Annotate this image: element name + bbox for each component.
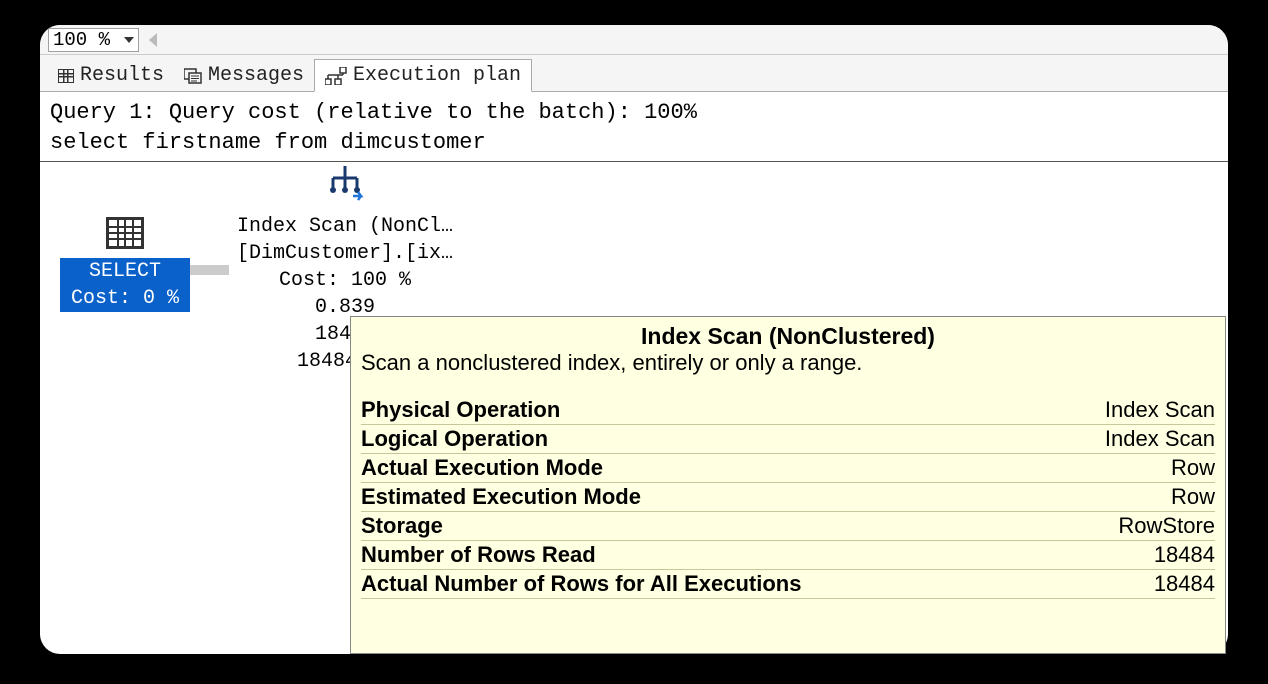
plan-node-select[interactable]: SELECT Cost: 0 % [60, 217, 190, 312]
tooltip-row: Physical Operation Index Scan [361, 396, 1215, 425]
messages-icon [184, 68, 202, 84]
tooltip-row: Estimated Execution Mode Row [361, 483, 1215, 512]
tooltip-key: Actual Execution Mode [361, 455, 603, 481]
tooltip-value: Index Scan [1105, 426, 1215, 452]
tooltip-key: Estimated Execution Mode [361, 484, 641, 510]
tooltip-value: RowStore [1118, 513, 1215, 539]
query-cost-line: Query 1: Query cost (relative to the bat… [50, 100, 697, 125]
select-label: SELECT [60, 258, 190, 285]
execution-plan-icon [325, 67, 347, 85]
tab-messages[interactable]: Messages [174, 60, 314, 91]
tooltip-row: Actual Number of Rows for All Executions… [361, 570, 1215, 599]
zoom-combo[interactable]: 100 % [48, 28, 139, 52]
tab-plan-label: Execution plan [353, 64, 521, 87]
tooltip-value: 18484 [1154, 542, 1215, 568]
scan-object: [DimCustomer].[ix… [235, 240, 455, 267]
results-tabs: Results Messages [40, 55, 1228, 91]
tooltip-title: Index Scan (NonClustered) [361, 323, 1215, 350]
scan-title: Index Scan (NonCl… [235, 213, 455, 240]
tooltip-key: Physical Operation [361, 397, 560, 423]
tab-results[interactable]: Results [48, 60, 174, 91]
index-scan-icon [235, 162, 455, 211]
plan-arrow[interactable] [185, 265, 229, 275]
query-header: Query 1: Query cost (relative to the bat… [40, 91, 1228, 162]
tooltip-value: Row [1171, 484, 1215, 510]
tooltip-row: Logical Operation Index Scan [361, 425, 1215, 454]
results-grid-icon [58, 69, 74, 83]
scan-cost: Cost: 100 % [235, 267, 455, 294]
dropdown-icon [124, 37, 134, 43]
zoom-toolbar: 100 % [40, 25, 1228, 55]
tooltip-value: Row [1171, 455, 1215, 481]
tab-execution-plan[interactable]: Execution plan [314, 59, 532, 92]
tooltip-key: Actual Number of Rows for All Executions [361, 571, 801, 597]
query-text-line: select firstname from dimcustomer [50, 130, 486, 155]
tooltip-key: Logical Operation [361, 426, 548, 452]
select-cost: Cost: 0 % [60, 285, 190, 312]
tab-results-label: Results [80, 64, 164, 87]
tooltip-row: Actual Execution Mode Row [361, 454, 1215, 483]
tooltip-key: Storage [361, 513, 443, 539]
tooltip-row: Number of Rows Read 18484 [361, 541, 1215, 570]
select-result-icon [106, 217, 144, 249]
nav-back-icon[interactable] [149, 33, 157, 47]
tab-messages-label: Messages [208, 64, 304, 87]
tooltip-row: Storage RowStore [361, 512, 1215, 541]
zoom-level: 100 % [53, 29, 110, 51]
tooltip-value: Index Scan [1105, 397, 1215, 423]
operator-tooltip: Index Scan (NonClustered) Scan a nonclus… [350, 316, 1226, 654]
tooltip-properties: Physical OperationIndex ScanLogical Oper… [361, 396, 1215, 599]
tooltip-value: 18484 [1154, 571, 1215, 597]
tooltip-description: Scan a nonclustered index, entirely or o… [361, 350, 1215, 376]
tooltip-key: Number of Rows Read [361, 542, 596, 568]
